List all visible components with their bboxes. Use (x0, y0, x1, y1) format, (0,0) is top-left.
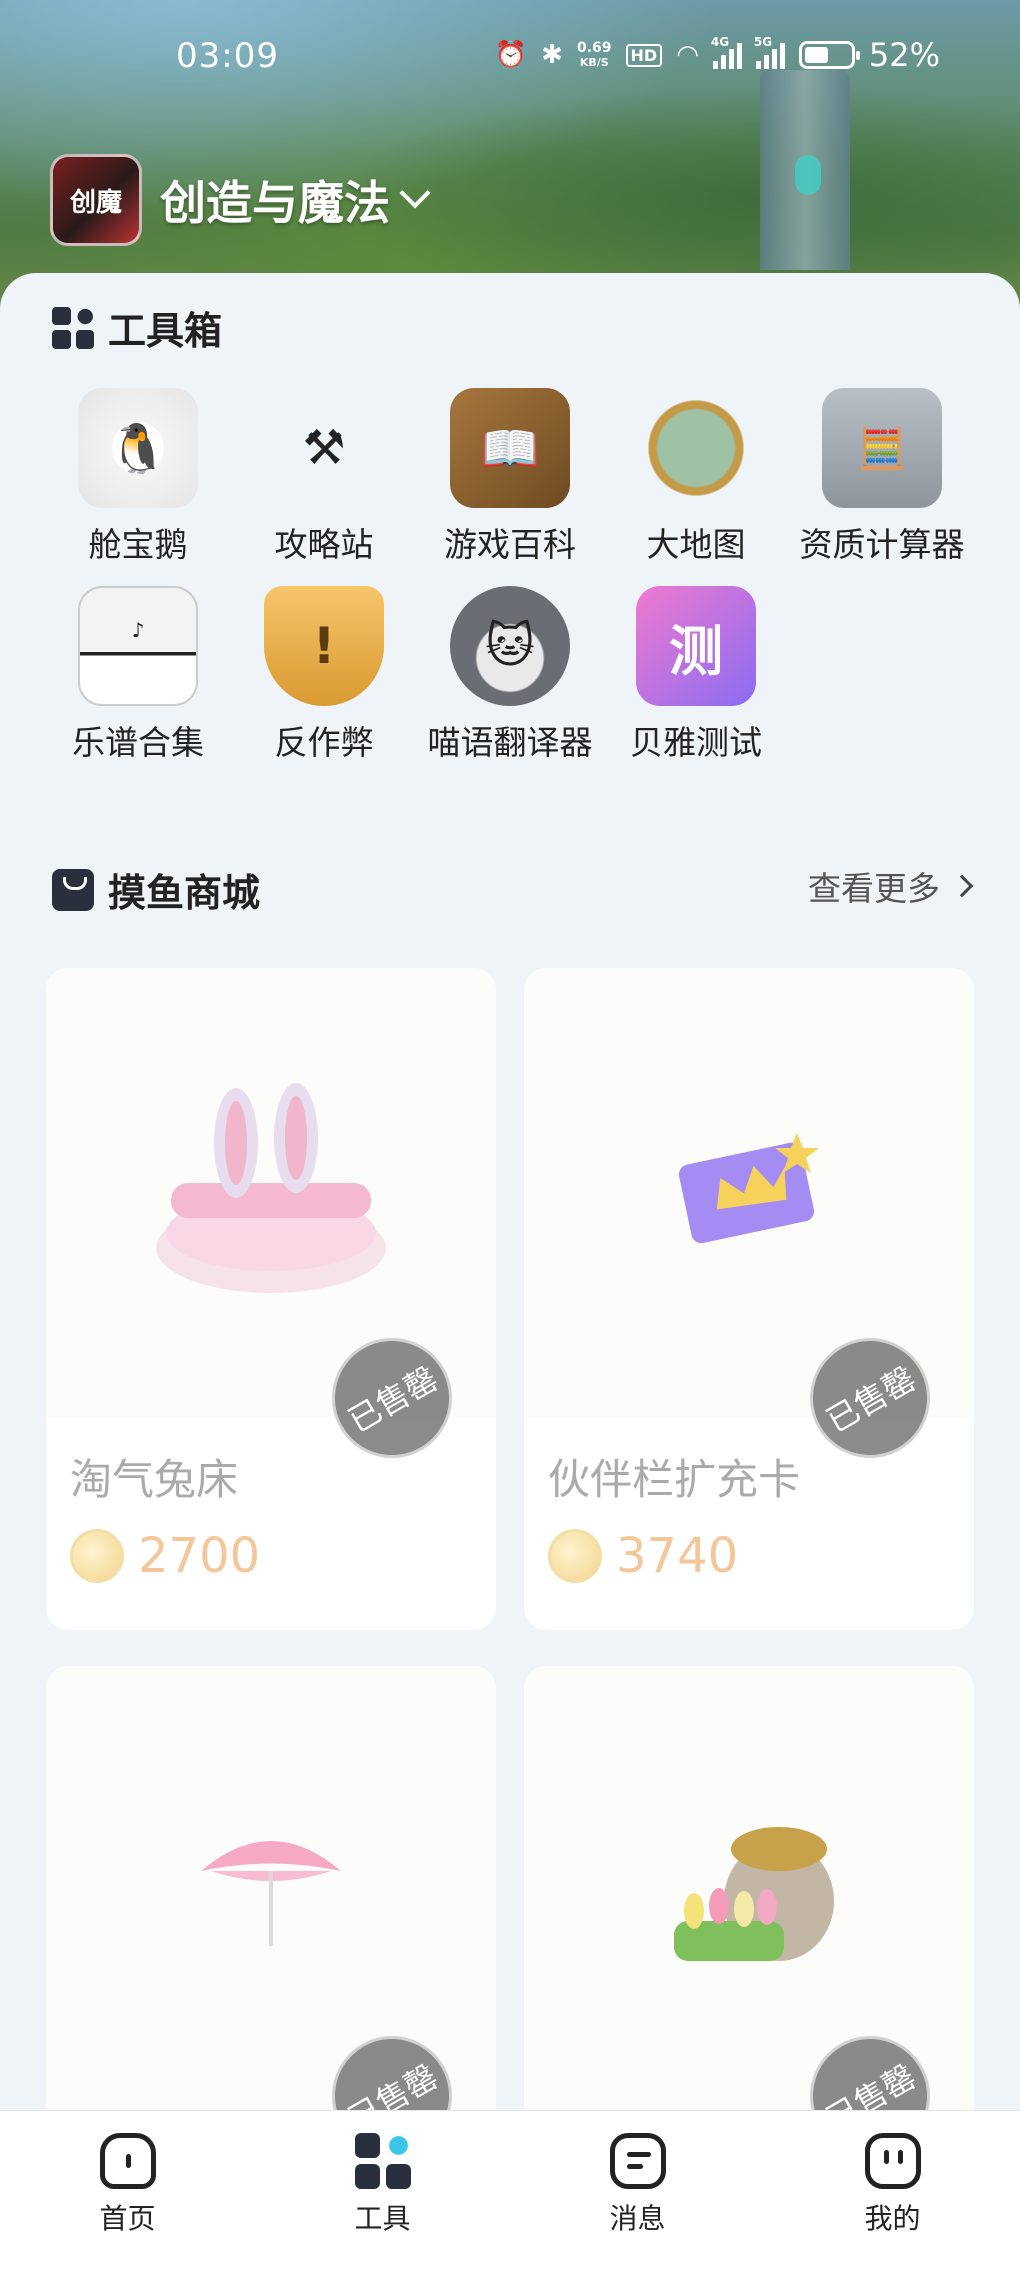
nav-home[interactable]: 首页 (0, 2111, 255, 2278)
coin-icon (548, 1529, 602, 1583)
alarm-icon: ⏰ (494, 40, 528, 70)
status-bar: 03:09 ⏰ ✱ 0.69 KB/S HD ◠ 4G 5G 52% (0, 0, 1020, 118)
chevron-right-icon (950, 874, 974, 898)
bluetooth-icon: ✱ (541, 40, 563, 70)
game-logo: 创魔 (50, 154, 142, 246)
expansion-card-illustration (678, 1133, 819, 1244)
tool-aptitude-calculator[interactable]: 🧮 资质计算器 (789, 388, 975, 566)
signal-4g-icon: 4G (711, 35, 742, 69)
product-card[interactable]: 已售罄 (524, 1666, 974, 2126)
wifi-icon: ◠ (676, 40, 699, 70)
product-price: 3740 (548, 1528, 738, 1584)
tool-cat-translator[interactable]: 🐱 喵语翻译器 (417, 586, 603, 764)
tool-world-map[interactable]: 大地图 (603, 388, 789, 566)
nav-messages[interactable]: 消息 (510, 2111, 765, 2278)
shopping-bag-icon (52, 868, 94, 911)
grid-icon (52, 305, 96, 349)
game-title: 创造与魔法 (160, 176, 390, 230)
product-card[interactable]: 已售罄 伙伴栏扩充卡 3740 (524, 968, 974, 1630)
product-name: 淘气兔床 (70, 1455, 239, 1504)
coin-icon (70, 1529, 124, 1583)
tool-encyclopedia[interactable]: 📖 游戏百科 (417, 388, 603, 566)
product-card[interactable]: 已售罄 淘气兔床 2700 (46, 968, 496, 1630)
message-icon (609, 2133, 666, 2189)
warning-shield-icon: ! (264, 586, 384, 706)
map-compass-icon (636, 388, 756, 508)
signal-5g-icon: 5G (754, 35, 785, 69)
tool-cangbaoe[interactable]: 🐧 舱宝鹅 (45, 388, 231, 566)
seed-bag-illustration (674, 1827, 834, 1961)
chevron-down-icon (399, 177, 431, 209)
calculator-icon: 🧮 (822, 388, 942, 508)
status-icons: ⏰ ✱ 0.69 KB/S HD ◠ 4G 5G 52% (494, 35, 940, 74)
toolbox-heading: 工具箱 (52, 300, 222, 355)
tool-guide-station[interactable]: ⚒ 攻略站 (231, 388, 417, 566)
bunny-bed-illustration (156, 1083, 386, 1293)
product-price: 2700 (70, 1528, 260, 1584)
tool-anti-cheat[interactable]: ! 反作弊 (231, 586, 417, 764)
piano-icon: ♪ (78, 586, 198, 706)
product-name: 伙伴栏扩充卡 (548, 1455, 801, 1504)
book-icon: 📖 (450, 388, 570, 508)
tool-sheet-music[interactable]: ♪ 乐谱合集 (45, 586, 231, 764)
battery-icon (798, 41, 860, 69)
hd-icon: HD (625, 43, 663, 67)
see-more-link[interactable]: 查看更多 (808, 862, 974, 910)
tool-beya-test[interactable]: 测 贝雅测试 (603, 586, 789, 764)
profile-icon (864, 2133, 921, 2189)
home-icon (99, 2133, 156, 2189)
battery-percent: 52% (868, 36, 940, 74)
game-switcher[interactable]: 创魔 创造与魔法 (50, 154, 431, 246)
nav-profile[interactable]: 我的 (765, 2111, 1020, 2278)
shop-heading: 摸鱼商城 (52, 862, 260, 917)
net-speed: 0.69 KB/S (576, 39, 612, 69)
nav-tools[interactable]: 工具 (255, 2111, 510, 2278)
axes-icon: ⚒ (302, 420, 346, 476)
product-card[interactable]: 已售罄 (46, 1666, 496, 2126)
cat-icon: 🐱 (450, 586, 570, 706)
tower-glow (795, 155, 821, 195)
test-icon: 测 (636, 586, 756, 706)
status-time: 03:09 (176, 36, 279, 76)
bottom-nav: 首页 工具 消息 我的 (0, 2110, 1020, 2278)
penguin-icon: 🐧 (78, 388, 198, 508)
tools-icon (354, 2133, 411, 2189)
pink-umbrella-illustration (201, 1841, 341, 1946)
